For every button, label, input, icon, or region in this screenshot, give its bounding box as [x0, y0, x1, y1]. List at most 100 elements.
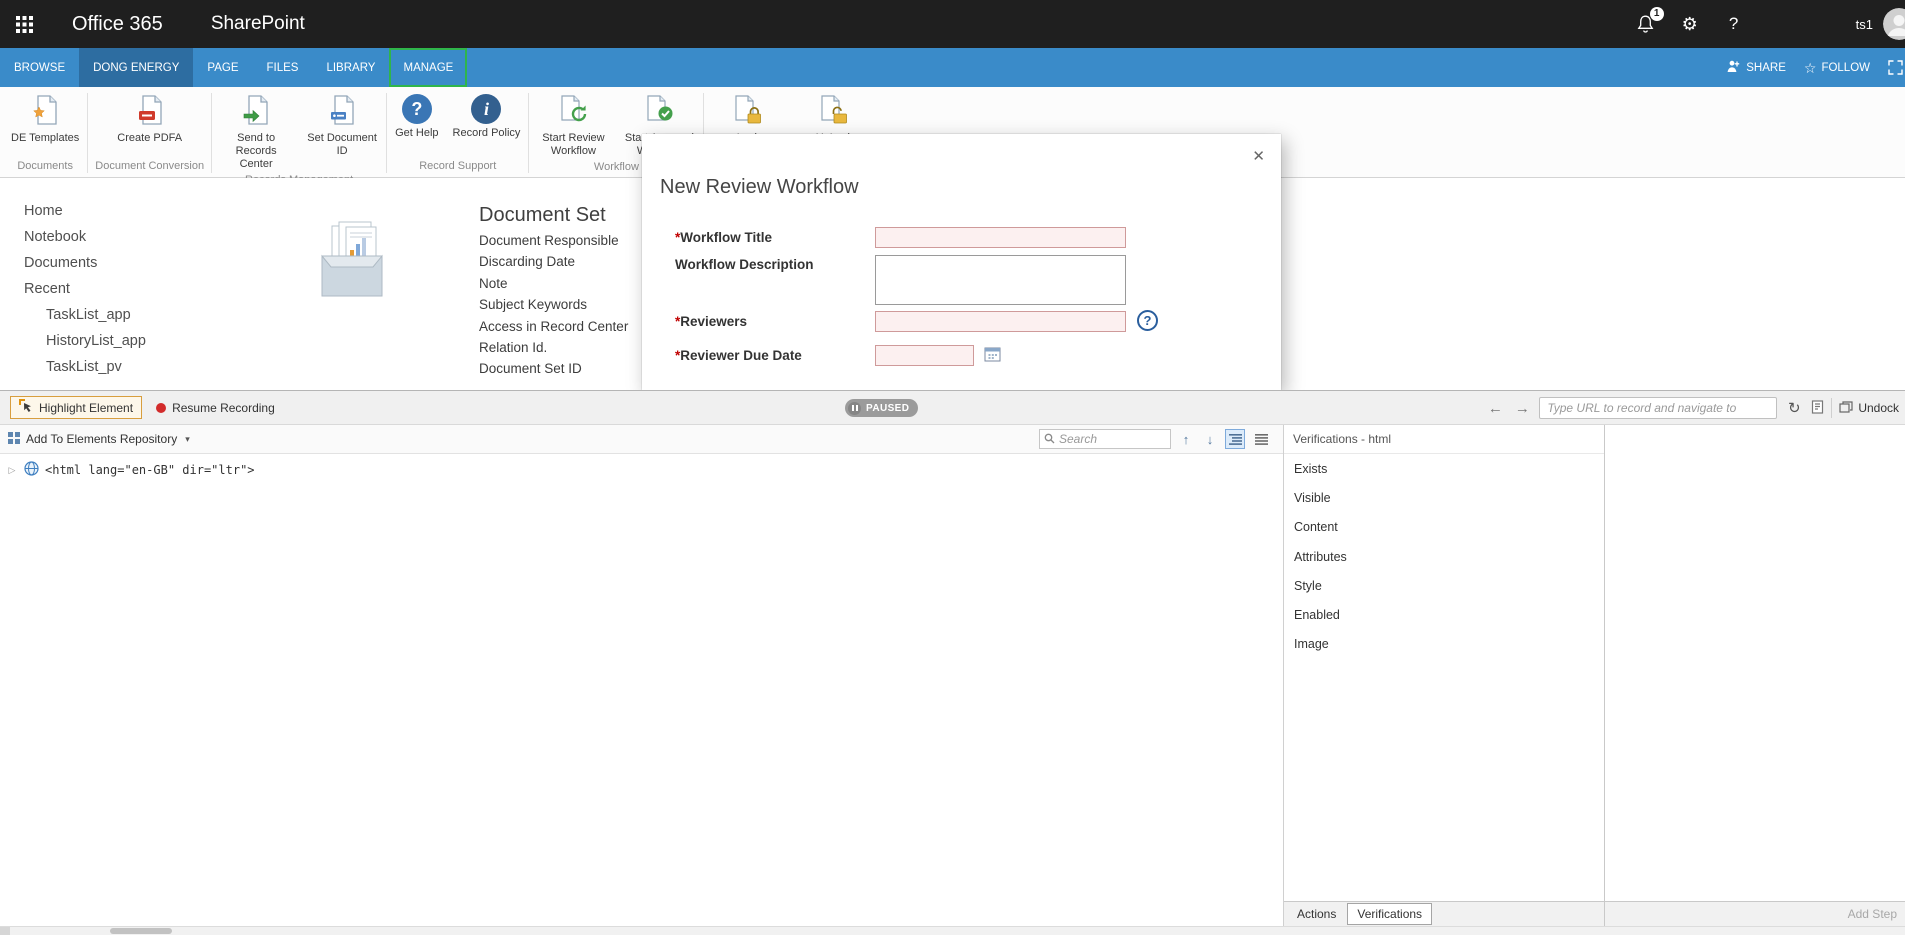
workflow-description-label: Workflow Description	[675, 257, 814, 272]
office365-brand[interactable]: Office 365	[72, 13, 163, 36]
get-help-button[interactable]: ? Get Help	[388, 90, 445, 142]
move-down-icon[interactable]: ↓	[1201, 432, 1219, 447]
reviewer-due-date-input[interactable]	[875, 345, 974, 366]
tab-verifications[interactable]: Verifications	[1347, 903, 1432, 925]
nav-notebook[interactable]: Notebook	[0, 224, 290, 250]
workflow-title-input[interactable]	[875, 227, 1126, 248]
help-icon[interactable]: ?	[1712, 0, 1756, 48]
resume-recording-button[interactable]: Resume Recording	[156, 401, 275, 415]
search-icon	[1044, 432, 1055, 447]
tab-bar-right-actions: SHARE ☆ FOLLOW	[1717, 48, 1905, 87]
help-circle-icon: ?	[402, 94, 432, 124]
globe-icon	[24, 461, 39, 479]
verification-attributes[interactable]: Attributes	[1284, 542, 1604, 571]
ribbon-group-documents: DE Templates Documents	[4, 90, 86, 177]
quick-launch-nav: Home Notebook Documents Recent TaskList_…	[0, 198, 290, 380]
reviewers-input[interactable]	[875, 311, 1126, 332]
dom-tree-view-icon[interactable]	[1225, 429, 1245, 449]
recorder-navigation: ← → ↻ Undock	[1485, 391, 1905, 425]
document-id-icon	[328, 94, 356, 129]
expander-icon[interactable]: ▷	[6, 465, 18, 476]
set-document-id-button[interactable]: Set Document ID	[299, 90, 385, 160]
verification-enabled[interactable]: Enabled	[1284, 600, 1604, 629]
tab-page[interactable]: PAGE	[193, 48, 252, 87]
paused-badge: PAUSED	[845, 399, 918, 417]
steps-panel: Add Step	[1604, 425, 1905, 926]
move-up-icon[interactable]: ↑	[1177, 432, 1195, 447]
add-to-elements-repository-button[interactable]: Add To Elements Repository ▾	[8, 432, 190, 447]
record-policy-button[interactable]: i Record Policy	[446, 90, 528, 142]
follow-button[interactable]: ☆ FOLLOW	[1804, 61, 1870, 75]
verification-visible[interactable]: Visible	[1284, 483, 1604, 512]
create-pdfa-button[interactable]: Create PDFA	[110, 90, 189, 147]
nav-recent[interactable]: Recent	[0, 276, 290, 302]
highlight-element-button[interactable]: Highlight Element	[10, 396, 142, 419]
nav-tasklist-pv[interactable]: TaskList_pv	[0, 354, 290, 380]
close-icon[interactable]: ✕	[1252, 147, 1265, 165]
start-review-workflow-button[interactable]: Start Review Workflow	[530, 90, 616, 160]
nav-home[interactable]: Home	[0, 198, 290, 224]
ribbon-group-document-conversion: Create PDFA Document Conversion	[89, 90, 210, 177]
scrollbar-thumb[interactable]	[110, 928, 172, 934]
property-subject-keywords: Subject Keywords	[479, 294, 628, 315]
refresh-icon[interactable]: ↻	[1784, 399, 1804, 417]
send-to-records-center-button[interactable]: Send to Records Center	[213, 90, 299, 173]
reviewers-help-icon[interactable]: ?	[1137, 310, 1158, 331]
tab-manage[interactable]: MANAGE	[389, 48, 467, 87]
search-input[interactable]	[1059, 432, 1166, 446]
panel-tabs: Actions Verifications	[1284, 901, 1604, 926]
document-pdf-icon	[136, 94, 164, 129]
ribbon-separator	[528, 93, 529, 173]
undock-button[interactable]: Undock	[1839, 401, 1901, 416]
tab-files[interactable]: FILES	[253, 48, 313, 87]
app-launcher-icon[interactable]	[0, 0, 48, 48]
tab-actions[interactable]: Actions	[1288, 904, 1345, 924]
reviewers-label: *Reviewers	[675, 314, 747, 329]
search-box	[1039, 429, 1171, 449]
back-arrow-icon[interactable]: ←	[1485, 400, 1505, 417]
property-relation-id: Relation Id.	[479, 337, 628, 358]
horizontal-scrollbar[interactable]	[0, 926, 1905, 935]
workflow-title-label: *Workflow Title	[675, 230, 772, 245]
verification-image[interactable]: Image	[1284, 630, 1604, 659]
tab-label: PAGE	[207, 62, 238, 74]
document-star-icon	[31, 94, 59, 129]
de-templates-button[interactable]: DE Templates	[4, 90, 86, 147]
flat-list-view-icon[interactable]	[1251, 429, 1271, 449]
calendar-icon[interactable]	[983, 345, 1002, 363]
nav-historylist-app[interactable]: HistoryList_app	[0, 328, 290, 354]
add-step-button[interactable]: Add Step	[1848, 907, 1897, 921]
notifications-bell-icon[interactable]: 1	[1624, 0, 1668, 48]
test-recorder-panel: Highlight Element Resume Recording PAUSE…	[0, 390, 1905, 935]
document-set-title: Document Set	[479, 204, 606, 227]
tree-node-html[interactable]: ▷ <html lang="en-GB" dir="ltr">	[0, 454, 1283, 479]
tab-browse[interactable]: BROWSE	[0, 48, 79, 87]
suite-bar-actions: 1 ⚙ ? ts1	[1624, 0, 1905, 48]
tab-library[interactable]: LIBRARY	[312, 48, 389, 87]
workflow-review-icon	[558, 94, 588, 129]
forward-arrow-icon[interactable]: →	[1512, 400, 1532, 417]
verification-content[interactable]: Content	[1284, 513, 1604, 542]
notification-badge: 1	[1650, 7, 1664, 21]
nav-tasklist-app[interactable]: TaskList_app	[0, 302, 290, 328]
verification-style[interactable]: Style	[1284, 571, 1604, 600]
document-set-image	[308, 218, 396, 305]
tab-label: DONG ENERGY	[93, 62, 179, 74]
verifications-header: Verifications - html	[1284, 425, 1604, 454]
url-input[interactable]	[1539, 397, 1777, 419]
workflow-description-input[interactable]	[875, 255, 1126, 305]
avatar[interactable]	[1883, 8, 1905, 40]
toolbar-separator	[1831, 398, 1832, 418]
user-name[interactable]: ts1	[1856, 17, 1873, 32]
tab-label: MANAGE	[403, 62, 453, 74]
share-button[interactable]: SHARE	[1727, 60, 1786, 76]
record-dot-icon	[156, 403, 166, 413]
settings-gear-icon[interactable]: ⚙	[1668, 0, 1712, 48]
navigate-record-icon[interactable]	[1811, 400, 1824, 417]
focus-content-icon[interactable]	[1888, 48, 1905, 87]
ribbon-group-record-support: ? Get Help i Record Policy Record Suppor…	[388, 90, 527, 177]
recorder-toolbar: Highlight Element Resume Recording PAUSE…	[0, 391, 1905, 425]
tab-dong-energy[interactable]: DONG ENERGY	[79, 48, 193, 87]
verification-exists[interactable]: Exists	[1284, 454, 1604, 483]
nav-documents[interactable]: Documents	[0, 250, 290, 276]
